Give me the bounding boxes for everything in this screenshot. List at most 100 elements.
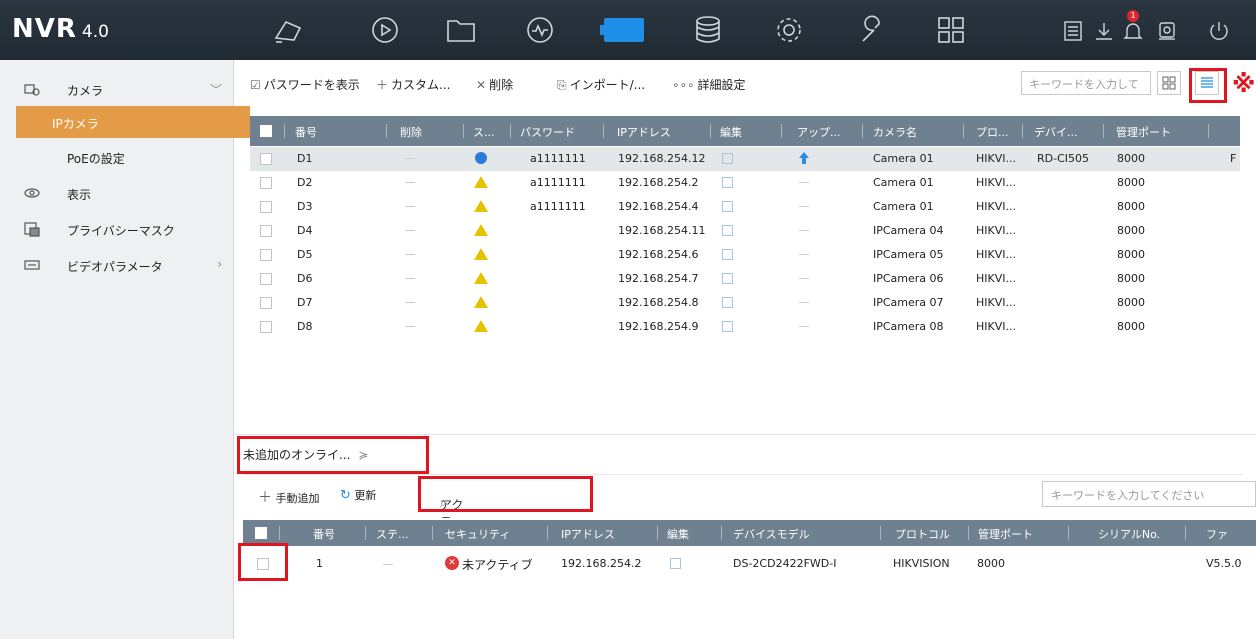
edit-icon[interactable] <box>722 297 733 308</box>
alarm-icon[interactable] <box>1122 20 1144 42</box>
row-checkbox[interactable] <box>260 225 272 237</box>
power-icon[interactable] <box>1208 20 1230 42</box>
col-status[interactable]: ス... <box>473 124 495 140</box>
col2-security[interactable]: セキュリティ <box>445 526 510 542</box>
col-password[interactable]: パスワード <box>520 124 575 140</box>
warning-icon <box>474 320 488 332</box>
eye-icon <box>24 188 40 198</box>
edit-icon[interactable] <box>722 321 733 332</box>
sidebar-item-display[interactable]: 表示 <box>0 176 234 210</box>
col2-firmware[interactable]: ファ <box>1206 526 1228 542</box>
row-checkbox[interactable] <box>260 177 272 189</box>
col2-device-model[interactable]: デバイスモデル <box>733 526 810 542</box>
lock-icon[interactable] <box>1156 20 1178 42</box>
chevron-right-icon: › <box>217 257 222 271</box>
row-checkbox[interactable] <box>260 249 272 261</box>
playback-icon[interactable] <box>369 14 401 46</box>
table-row[interactable]: D3 a1111111 192.168.254.4 Camera 01 HIKVI...… <box>250 195 1240 219</box>
table-row[interactable]: D1 a1111111 192.168.254.12 Camera 01 HIKVI..… <box>250 147 1240 171</box>
details-button[interactable]: ∘∘∘ 詳細設定 <box>672 76 746 93</box>
online-device-row[interactable]: 1 ✕ 未アクティブ 192.168.254.2 DS-2CD2422FWD-I… <box>243 549 1256 579</box>
col-management-port[interactable]: 管理ポート <box>1116 124 1171 140</box>
highlight-row-checkbox <box>238 543 288 581</box>
col2-ip-address[interactable]: IPアドレス <box>561 526 615 542</box>
grid-icon[interactable] <box>935 14 967 46</box>
system-settings-icon[interactable] <box>773 14 805 46</box>
smart-analysis-icon[interactable] <box>524 14 556 46</box>
sidebar-item-camera[interactable]: カメラ ﹀ <box>0 72 234 106</box>
lower-divider <box>243 474 1243 475</box>
col-protocol[interactable]: プロ... <box>976 124 1009 140</box>
col-ip-address[interactable]: IPアドレス <box>617 124 671 140</box>
col-edit[interactable]: 編集 <box>720 124 742 140</box>
edit-icon[interactable] <box>722 177 733 188</box>
camera-config-icon[interactable] <box>600 16 648 44</box>
select-all-checkbox[interactable] <box>260 125 272 137</box>
grid-view-button[interactable] <box>1157 71 1181 95</box>
custom-add-button[interactable]: ＋カスタム... <box>376 76 450 93</box>
col2-status[interactable]: ステ... <box>376 526 409 542</box>
table-row[interactable]: D5 192.168.254.6 IPCamera 05 HIKVI... 8000 <box>250 243 1240 267</box>
table-row[interactable]: D8 192.168.254.9 IPCamera 08 HIKVI... 8000 <box>250 315 1240 339</box>
highlight-list-view <box>1189 68 1227 103</box>
col-device-model[interactable]: デバイ... <box>1034 124 1078 140</box>
table-row[interactable]: D6 192.168.254.7 IPCamera 06 HIKVI... 8000 <box>250 267 1240 291</box>
col-camera-name[interactable]: カメラ名 <box>873 124 917 140</box>
manual-add-button[interactable]: ＋ 手動追加 <box>258 487 320 507</box>
col2-protocol[interactable]: プロトコル <box>895 526 950 542</box>
delete-button[interactable]: ✕ 削除 <box>476 76 513 93</box>
camera-mode-icon[interactable] <box>272 14 304 46</box>
table-row[interactable]: D4 192.168.254.11 IPCamera 04 HIKVI... 8000 <box>250 219 1240 243</box>
import-button[interactable]: ⎘ インポート/... <box>557 76 645 93</box>
storage-icon[interactable] <box>692 14 724 46</box>
row-checkbox[interactable] <box>260 321 272 333</box>
online-keyword-search-input[interactable]: キーワードを入力してください <box>1042 481 1256 507</box>
col2-management-port[interactable]: 管理ポート <box>978 526 1033 542</box>
privacy-mask-icon <box>24 222 40 237</box>
sidebar-item-ip-camera[interactable]: IPカメラ <box>16 106 250 138</box>
row-checkbox[interactable] <box>260 153 272 165</box>
col2-edit[interactable]: 編集 <box>667 526 689 542</box>
panel-divider <box>234 434 1256 435</box>
table-row[interactable]: D7 192.168.254.8 IPCamera 07 HIKVI... 8000 <box>250 291 1240 315</box>
highlight-online-devices <box>237 436 429 474</box>
edit-icon[interactable] <box>670 558 681 569</box>
row-checkbox[interactable] <box>260 201 272 213</box>
maintenance-icon[interactable] <box>857 14 889 46</box>
row-checkbox[interactable] <box>260 273 272 285</box>
warning-icon <box>474 224 488 236</box>
edit-icon[interactable] <box>722 249 733 260</box>
col-delete[interactable]: 削除 <box>400 124 422 140</box>
warning-icon <box>474 248 488 260</box>
row-checkbox[interactable] <box>260 297 272 309</box>
plus-icon: ＋ <box>376 78 389 92</box>
refresh-button[interactable]: ↻ 更新 <box>340 487 376 503</box>
table-row[interactable]: D2 a1111111 192.168.254.2 Camera 01 HIKVI...… <box>250 171 1240 195</box>
refresh-icon: ↻ <box>340 488 351 503</box>
sidebar: カメラ ﹀ IPカメラ PoEの設定 表示 プライバシーマスク ビデオパラメータ… <box>0 60 250 639</box>
sidebar-item-poe[interactable]: PoEの設定 <box>0 140 234 174</box>
highlight-activate <box>418 476 593 512</box>
edit-icon[interactable] <box>722 201 733 212</box>
checkbox-icon: ☑ <box>250 78 261 92</box>
col2-serial-no[interactable]: シリアルNo. <box>1098 526 1160 542</box>
sidebar-item-privacy-mask[interactable]: プライバシーマスク <box>0 212 234 246</box>
camera-menu-icon <box>24 84 40 96</box>
col-upgrade[interactable]: アップ... <box>797 124 841 140</box>
keyword-search-input[interactable]: キーワードを入力して <box>1021 71 1151 95</box>
file-icon[interactable] <box>445 14 477 46</box>
warning-icon <box>474 200 488 212</box>
online-select-all-checkbox[interactable] <box>255 527 267 539</box>
download-icon[interactable] <box>1093 20 1115 42</box>
sidebar-item-video-params[interactable]: ビデオパラメータ › <box>0 248 234 282</box>
col2-number[interactable]: 番号 <box>313 526 335 542</box>
col-number[interactable]: 番号 <box>295 124 317 140</box>
edit-icon[interactable] <box>722 153 733 164</box>
plus-icon: ＋ <box>258 490 272 506</box>
upgrade-icon[interactable] <box>798 151 810 165</box>
show-password-checkbox[interactable]: ☑ パスワードを表示 <box>250 76 360 93</box>
log-icon[interactable] <box>1062 20 1084 42</box>
warning-icon <box>474 272 488 284</box>
edit-icon[interactable] <box>722 273 733 284</box>
edit-icon[interactable] <box>722 225 733 236</box>
